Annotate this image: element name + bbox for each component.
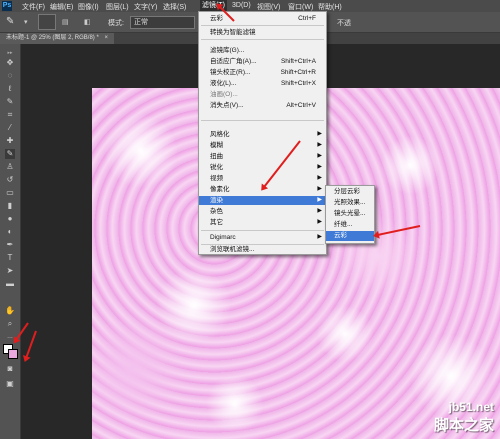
eyedropper-tool-icon[interactable]: ⁄ [5, 123, 15, 133]
submenu-arrow-icon: ▶ [317, 142, 322, 148]
mode-select[interactable]: 正常 [130, 16, 195, 29]
menu-file[interactable]: 文件(F) [22, 2, 45, 12]
brush-panel-icon[interactable]: ▤ [62, 18, 69, 26]
menu-item-browse-filters-online[interactable]: 浏览联机滤镜... [199, 245, 326, 254]
submenu-arrow-icon: ▶ [317, 219, 322, 225]
background-color-swatch[interactable] [8, 349, 18, 359]
menu-image[interactable]: 图像(I) [78, 2, 99, 12]
menu-3d[interactable]: 3D(D) [232, 2, 251, 9]
submenu-arrow-icon: ▶ [317, 234, 322, 240]
menu-item-render[interactable]: 渲染 ▶ [199, 196, 326, 205]
menu-edit[interactable]: 编辑(E) [50, 2, 73, 12]
photoshop-logo: Ps [2, 1, 12, 11]
submenu-arrow-icon: ▶ [317, 153, 322, 159]
history-brush-tool-icon[interactable]: ↺ [5, 175, 15, 185]
move-tool-icon[interactable]: ✥ [5, 58, 15, 68]
healing-brush-tool-icon[interactable]: ✚ [5, 136, 15, 146]
menu-item-video[interactable]: 视频 ▶ [199, 174, 326, 183]
submenu-item-difference-clouds[interactable]: 分层云彩 [326, 187, 374, 197]
submenu-arrow-icon: ▶ [317, 197, 322, 203]
mode-select-value: 正常 [134, 19, 148, 26]
blur-tool-icon[interactable]: ● [5, 214, 15, 224]
menu-item-other[interactable]: 其它 ▶ [199, 218, 326, 227]
zoom-tool-icon[interactable]: ⌕ [5, 319, 15, 329]
menu-select[interactable]: 选择(S) [163, 2, 186, 12]
quick-select-tool-icon[interactable]: ✎ [5, 97, 15, 107]
menu-item-adaptive-wide-angle[interactable]: 自适应广角(A)... Shift+Ctrl+A [199, 57, 326, 66]
tools-panel: ▸▸ ✥ ◌ ℓ ✎ ⌗ ⁄ ✚ ✎ ♙ ↺ ▭ ▮ ● ◐ ✒ T ➤ ▬ ✋… [0, 44, 21, 439]
brush-options-icon[interactable]: ◧ [84, 18, 91, 26]
type-tool-icon[interactable]: T [5, 253, 15, 263]
menu-item-noise[interactable]: 杂色 ▶ [199, 207, 326, 216]
menu-separator [201, 120, 324, 121]
pen-tool-icon[interactable]: ✒ [5, 240, 15, 250]
crop-tool-icon[interactable]: ⌗ [5, 110, 15, 120]
brush-tool-icon[interactable]: ✎ [6, 16, 14, 27]
close-icon[interactable]: × [104, 35, 108, 41]
menu-item-distort[interactable]: 扭曲 ▶ [199, 152, 326, 161]
menu-item-convert-smart-filter[interactable]: 转换为智能滤镜 [199, 28, 326, 37]
gradient-tool-icon[interactable]: ▮ [5, 201, 15, 211]
menu-item-vanishing-point[interactable]: 消失点(V)... Alt+Ctrl+V [199, 101, 326, 110]
menu-separator [201, 230, 324, 231]
document-tab[interactable]: 未标题-1 @ 25% (图层 2, RGB/8) * × [0, 33, 114, 44]
submenu-arrow-icon: ▶ [317, 186, 322, 192]
brush-preset-button[interactable] [38, 14, 56, 30]
watermark: jb51.net 脚本之家 [434, 400, 494, 435]
menu-separator [201, 39, 324, 40]
marquee-tool-icon[interactable]: ◌ [5, 71, 15, 81]
watermark-site: jb51.net [448, 400, 494, 414]
menu-item-clouds-last[interactable]: 云彩 Ctrl+F [199, 14, 326, 23]
menu-item-oil-paint[interactable]: 油画(O)... [199, 90, 326, 99]
brush-dropdown-icon[interactable]: ▾ [24, 18, 28, 26]
quick-mask-icon[interactable]: ◙ [5, 364, 15, 374]
submenu-arrow-icon: ▶ [317, 208, 322, 214]
brush-tool-icon[interactable]: ✎ [5, 149, 15, 159]
menu-item-lens-correction[interactable]: 镜头校正(R)... Shift+Ctrl+R [199, 68, 326, 77]
menu-item-sharpen[interactable]: 锐化 ▶ [199, 163, 326, 172]
menu-item-blur[interactable]: 模糊 ▶ [199, 141, 326, 150]
mode-label: 模式: [108, 20, 124, 27]
submenu-item-clouds[interactable]: 云彩 [326, 231, 374, 241]
filter-menu: 云彩 Ctrl+F 转换为智能滤镜 滤镜库(G)... 自适应广角(A)... Sh… [198, 11, 327, 255]
menu-item-filter-gallery[interactable]: 滤镜库(G)... [199, 46, 326, 55]
menu-item-digimarc[interactable]: Digimarc ▶ [199, 233, 326, 242]
submenu-item-lighting-effects[interactable]: 光照效果... [326, 198, 374, 208]
document-tab-label: 未标题-1 @ 25% (图层 2, RGB/8) * [6, 35, 99, 41]
eraser-tool-icon[interactable]: ▭ [5, 188, 15, 198]
watermark-name: 脚本之家 [433, 416, 494, 434]
opacity-label: 不透 [337, 20, 351, 27]
lasso-tool-icon[interactable]: ℓ [5, 84, 15, 94]
menu-item-liquify[interactable]: 液化(L)... Shift+Ctrl+X [199, 79, 326, 88]
menu-layer[interactable]: 图层(L) [106, 2, 129, 12]
menu-separator [201, 25, 324, 26]
submenu-arrow-icon: ▶ [317, 131, 322, 137]
screen-mode-icon[interactable]: ▣ [5, 379, 15, 389]
render-submenu: 分层云彩 光照效果... 镜头光晕... 纤维... 云彩 [325, 185, 375, 244]
dodge-tool-icon[interactable]: ◐ [5, 227, 15, 237]
clone-stamp-tool-icon[interactable]: ♙ [5, 162, 15, 172]
panel-collapse-icon[interactable]: ▸▸ [5, 48, 15, 58]
submenu-item-lens-flare[interactable]: 镜头光晕... [326, 209, 374, 219]
submenu-item-fibers[interactable]: 纤维... [326, 220, 374, 230]
submenu-arrow-icon: ▶ [317, 164, 322, 170]
shape-tool-icon[interactable]: ▬ [5, 279, 15, 289]
menu-type[interactable]: 文字(Y) [134, 2, 157, 12]
menu-item-stylize[interactable]: 风格化 ▶ [199, 130, 326, 139]
hand-tool-icon[interactable]: ✋ [5, 306, 15, 316]
submenu-arrow-icon: ▶ [317, 175, 322, 181]
path-selection-tool-icon[interactable]: ➤ [5, 266, 15, 276]
